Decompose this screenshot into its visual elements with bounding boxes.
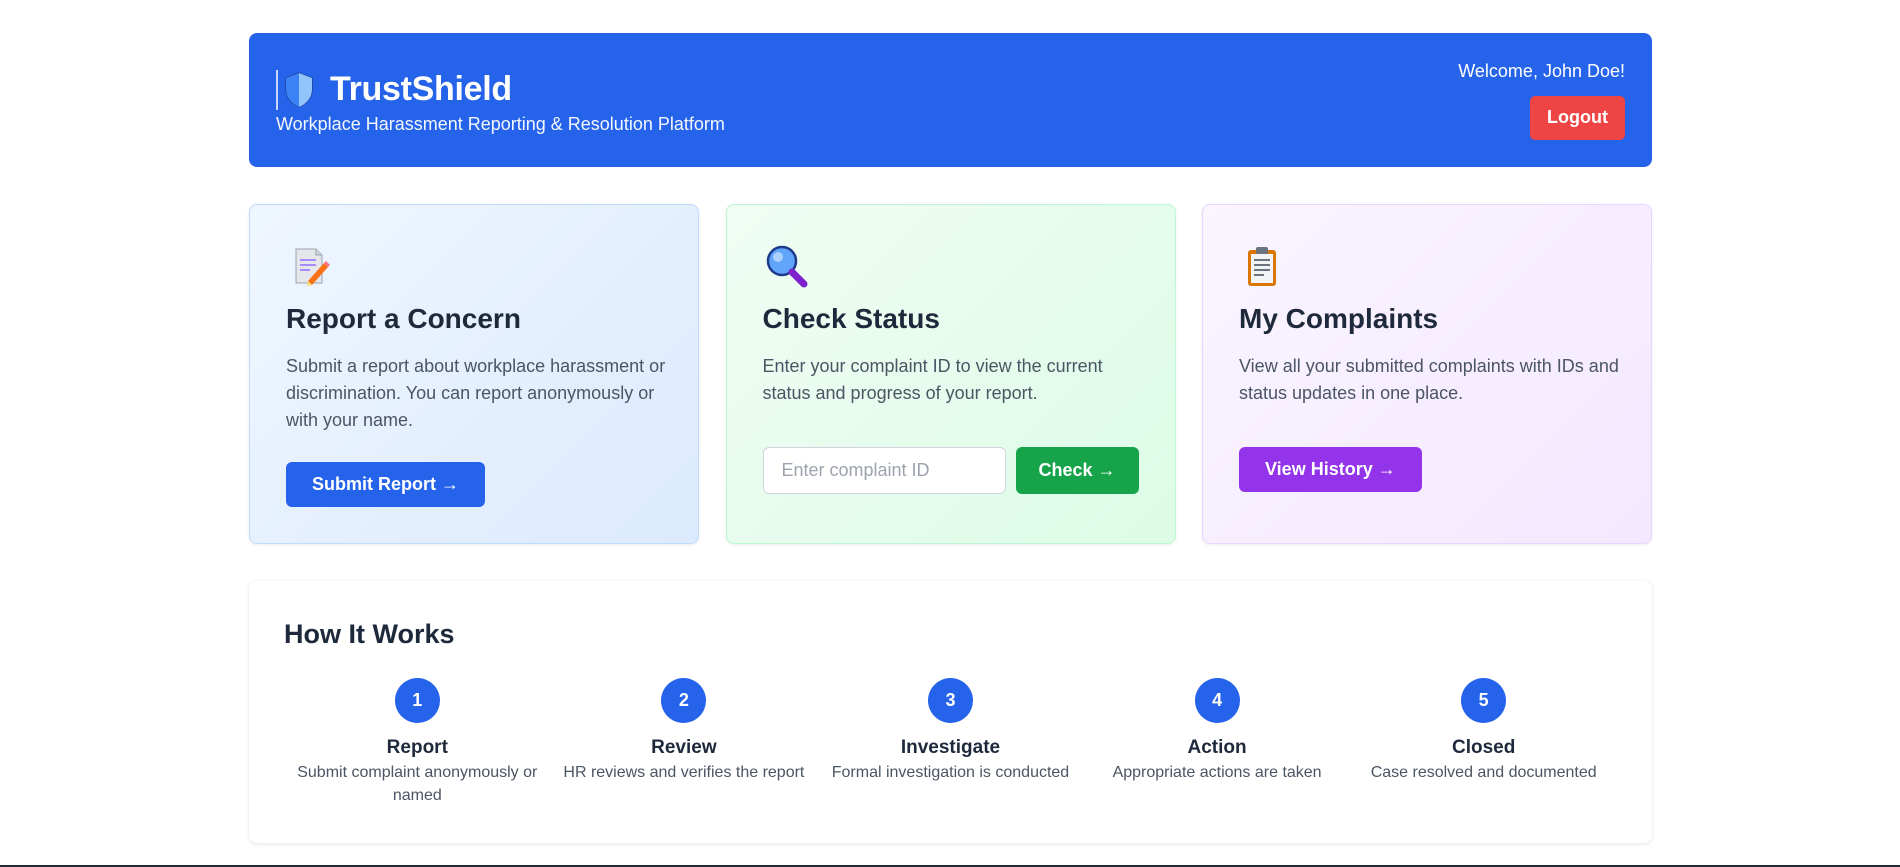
step-closed: 5 Closed Case resolved and documented [1350, 678, 1617, 807]
step-report: 1 Report Submit complaint anonymously or… [284, 678, 551, 807]
clipboard-icon [1248, 247, 1276, 286]
check-status-description: Enter your complaint ID to view the curr… [762, 356, 1103, 403]
memo-icon [295, 248, 330, 286]
complaint-id-input[interactable] [762, 447, 1006, 494]
check-status-title: Check Status [762, 303, 940, 334]
user-area: Welcome, John Doe! Logout [1458, 61, 1625, 140]
step-description: Submit complaint anonymously or named [297, 764, 538, 804]
report-concern-description: Submit a report about workplace harassme… [286, 356, 666, 430]
step-title: Investigate [900, 737, 1001, 758]
step-description: Case resolved and documented [1370, 764, 1597, 781]
brand-row: TrustShield [276, 69, 725, 110]
step-number-badge: 3 [927, 678, 973, 723]
step-description: Appropriate actions are taken [1112, 764, 1322, 781]
report-concern-card: Report a Concern Submit a report about w… [249, 204, 699, 544]
step-action: 4 Action Appropriate actions are taken [1084, 678, 1351, 807]
step-number-badge: 4 [1194, 678, 1240, 723]
my-complaints-description: View all your submitted complaints with … [1239, 356, 1619, 403]
step-review: 2 Review HR reviews and verifies the rep… [551, 678, 818, 807]
step-title: Review [651, 737, 717, 758]
check-status-card: Check Status Enter your complaint ID to … [725, 204, 1176, 544]
app-header: TrustShield Workplace Harassment Reporti… [249, 33, 1652, 167]
step-title: Report [386, 737, 448, 758]
magnifier-icon [766, 245, 807, 288]
step-number-badge: 5 [1461, 678, 1507, 723]
view-history-button[interactable]: View History → [1239, 447, 1422, 492]
app-subtitle: Workplace Harassment Reporting & Resolut… [276, 113, 725, 134]
my-complaints-title: My Complaints [1239, 303, 1439, 334]
report-concern-title: Report a Concern [286, 303, 521, 334]
action-cards: Report a Concern Submit a report about w… [249, 204, 1652, 544]
check-button[interactable]: Check → [1015, 447, 1139, 494]
app-title: TrustShield [330, 70, 512, 108]
welcome-text: Welcome, John Doe! [1458, 60, 1625, 81]
page-container: TrustShield Workplace Harassment Reporti… [249, 33, 1652, 843]
logout-button[interactable]: Logout [1530, 95, 1625, 140]
brand-divider [276, 69, 278, 110]
step-number-badge: 1 [394, 678, 440, 723]
step-title: Closed [1451, 737, 1516, 758]
brand: TrustShield Workplace Harassment Reporti… [276, 66, 725, 135]
submit-report-button[interactable]: Submit Report → [286, 462, 485, 507]
my-complaints-card: My Complaints View all your submitted co… [1202, 204, 1652, 544]
how-it-works-title: How It Works [284, 619, 455, 649]
step-description: Formal investigation is conducted [831, 764, 1070, 781]
step-title: Action [1187, 737, 1247, 758]
step-description: HR reviews and verifies the report [563, 764, 805, 781]
steps-list: 1 Report Submit complaint anonymously or… [284, 678, 1617, 807]
shield-icon [285, 71, 313, 108]
status-form: Check → [762, 447, 1139, 494]
step-investigate: 3 Investigate Formal investigation is co… [817, 678, 1084, 807]
how-it-works-section: How It Works 1 Report Submit complaint a… [249, 581, 1652, 843]
step-number-badge: 2 [661, 678, 707, 723]
